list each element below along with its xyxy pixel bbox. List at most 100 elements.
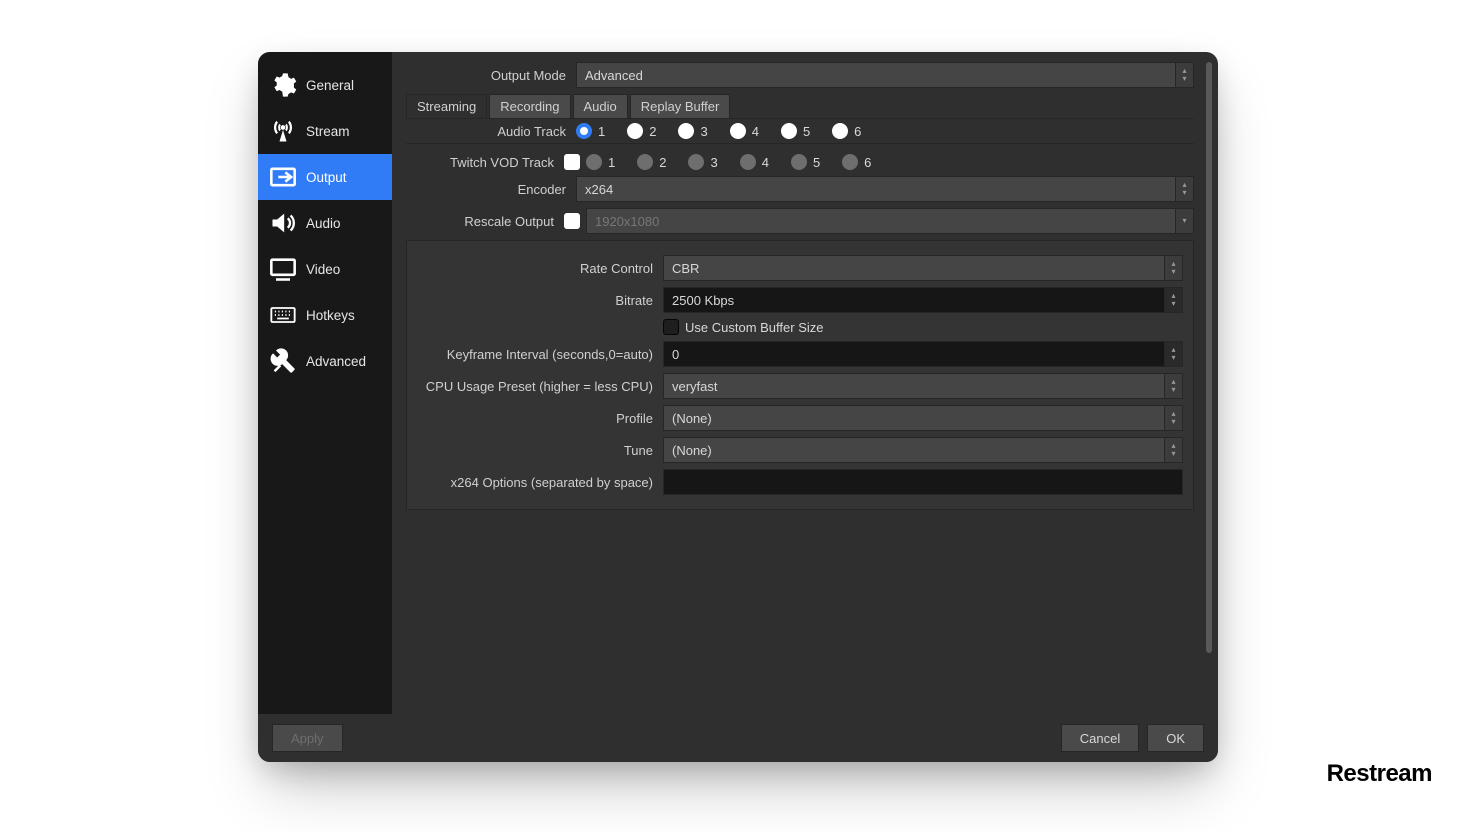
chevron-updown-icon: ▴▾ (1175, 177, 1193, 201)
tab-recording[interactable]: Recording (489, 94, 570, 118)
encoder-label: Encoder (406, 182, 576, 197)
output-tabs: Streaming Recording Audio Replay Buffer (406, 94, 1194, 119)
sidebar-label-output: Output (306, 170, 347, 185)
sidebar-label-hotkeys: Hotkeys (306, 308, 355, 323)
output-settings-panel: Output Mode Advanced ▴▾ Streaming Record… (392, 52, 1206, 714)
custom-buffer-row: Use Custom Buffer Size (417, 319, 1183, 335)
twitch-vod-row: Twitch VOD Track 1 2 3 4 5 6 (406, 150, 1194, 170)
rescale-row: Rescale Output 1920x1080 ▾ (406, 208, 1194, 234)
twitch-vod-2[interactable]: 2 (637, 154, 666, 170)
sidebar-label-general: General (306, 78, 354, 93)
spinner-icon[interactable]: ▴▾ (1164, 288, 1182, 312)
sidebar-item-output[interactable]: Output (258, 154, 392, 200)
chevron-updown-icon: ▴▾ (1164, 438, 1182, 462)
restream-watermark: Restream (1327, 760, 1432, 788)
settings-sidebar: General Stream Output Audio (258, 52, 392, 714)
settings-window: General Stream Output Audio (258, 52, 1218, 762)
rate-control-row: Rate Control CBR ▴▾ (417, 255, 1183, 281)
sidebar-label-audio: Audio (306, 216, 341, 231)
rescale-checkbox[interactable] (564, 213, 580, 229)
custom-buffer-label: Use Custom Buffer Size (685, 320, 823, 335)
audio-track-label: Audio Track (406, 124, 576, 139)
rescale-label: Rescale Output (406, 214, 564, 229)
sidebar-item-advanced[interactable]: Advanced (258, 338, 392, 384)
spinner-icon[interactable]: ▴▾ (1164, 342, 1182, 366)
output-icon (268, 162, 298, 192)
cancel-button[interactable]: Cancel (1061, 724, 1139, 752)
apply-button[interactable]: Apply (272, 724, 343, 752)
profile-select[interactable]: (None) ▴▾ (663, 405, 1183, 431)
chevron-updown-icon: ▴▾ (1164, 256, 1182, 280)
audio-track-6[interactable]: 6 (832, 123, 861, 139)
tab-streaming[interactable]: Streaming (406, 94, 487, 118)
sidebar-item-hotkeys[interactable]: Hotkeys (258, 292, 392, 338)
encoder-settings-box: Rate Control CBR ▴▾ Bitrate 2500 (406, 240, 1194, 510)
x264-options-row: x264 Options (separated by space) (417, 469, 1183, 495)
twitch-vod-5[interactable]: 5 (791, 154, 820, 170)
dialog-footer: Apply Cancel OK (258, 714, 1218, 762)
sidebar-label-stream: Stream (306, 124, 350, 139)
twitch-vod-1[interactable]: 1 (586, 154, 615, 170)
speaker-icon (268, 208, 298, 238)
x264-options-label: x264 Options (separated by space) (417, 475, 663, 490)
main-area: General Stream Output Audio (258, 52, 1218, 714)
rate-control-label: Rate Control (417, 261, 663, 276)
keyframe-row: Keyframe Interval (seconds,0=auto) 0 ▴▾ (417, 341, 1183, 367)
sidebar-item-audio[interactable]: Audio (258, 200, 392, 246)
twitch-vod-4[interactable]: 4 (740, 154, 769, 170)
audio-track-group: 1 2 3 4 5 6 (576, 123, 1194, 139)
output-mode-label: Output Mode (406, 68, 576, 83)
tune-label: Tune (417, 443, 663, 458)
monitor-icon (268, 254, 298, 284)
output-mode-select[interactable]: Advanced ▴▾ (576, 62, 1194, 88)
twitch-vod-3[interactable]: 3 (688, 154, 717, 170)
output-mode-row: Output Mode Advanced ▴▾ (406, 62, 1194, 88)
ok-button[interactable]: OK (1147, 724, 1204, 752)
bitrate-input[interactable]: 2500 Kbps ▴▾ (663, 287, 1183, 313)
audio-track-2[interactable]: 2 (627, 123, 656, 139)
rate-control-select[interactable]: CBR ▴▾ (663, 255, 1183, 281)
x264-options-input[interactable] (663, 469, 1183, 495)
sidebar-item-video[interactable]: Video (258, 246, 392, 292)
tune-row: Tune (None) ▴▾ (417, 437, 1183, 463)
rescale-select[interactable]: 1920x1080 ▾ (586, 208, 1194, 234)
sidebar-label-advanced: Advanced (306, 354, 366, 369)
cpu-preset-row: CPU Usage Preset (higher = less CPU) ver… (417, 373, 1183, 399)
antenna-icon (268, 116, 298, 146)
tools-icon (268, 346, 298, 376)
gear-icon (268, 70, 298, 100)
cpu-preset-label: CPU Usage Preset (higher = less CPU) (417, 379, 663, 394)
custom-buffer-checkbox[interactable] (663, 319, 679, 335)
twitch-vod-label: Twitch VOD Track (406, 155, 564, 170)
keyboard-icon (268, 300, 298, 330)
keyframe-input[interactable]: 0 ▴▾ (663, 341, 1183, 367)
scrollbar[interactable] (1206, 62, 1212, 704)
audio-track-1[interactable]: 1 (576, 123, 605, 139)
twitch-vod-checkbox[interactable] (564, 154, 580, 170)
chevron-updown-icon: ▴▾ (1175, 63, 1193, 87)
audio-track-row: Audio Track 1 2 3 4 5 6 (406, 123, 1194, 144)
bitrate-row: Bitrate 2500 Kbps ▴▾ (417, 287, 1183, 313)
sidebar-item-general[interactable]: General (258, 62, 392, 108)
twitch-vod-group: 1 2 3 4 5 6 (586, 154, 1194, 170)
encoder-row: Encoder x264 ▴▾ (406, 176, 1194, 202)
keyframe-label: Keyframe Interval (seconds,0=auto) (417, 347, 663, 362)
audio-track-3[interactable]: 3 (678, 123, 707, 139)
sidebar-label-video: Video (306, 262, 340, 277)
audio-track-4[interactable]: 4 (730, 123, 759, 139)
tab-audio[interactable]: Audio (573, 94, 628, 118)
profile-row: Profile (None) ▴▾ (417, 405, 1183, 431)
encoder-select[interactable]: x264 ▴▾ (576, 176, 1194, 202)
chevron-updown-icon: ▴▾ (1164, 374, 1182, 398)
cpu-preset-select[interactable]: veryfast ▴▾ (663, 373, 1183, 399)
audio-track-5[interactable]: 5 (781, 123, 810, 139)
bitrate-label: Bitrate (417, 293, 663, 308)
sidebar-item-stream[interactable]: Stream (258, 108, 392, 154)
chevron-down-icon: ▾ (1175, 209, 1193, 233)
twitch-vod-6[interactable]: 6 (842, 154, 871, 170)
profile-label: Profile (417, 411, 663, 426)
tune-select[interactable]: (None) ▴▾ (663, 437, 1183, 463)
tab-replay-buffer[interactable]: Replay Buffer (630, 94, 731, 118)
scrollbar-thumb[interactable] (1206, 62, 1212, 653)
chevron-updown-icon: ▴▾ (1164, 406, 1182, 430)
